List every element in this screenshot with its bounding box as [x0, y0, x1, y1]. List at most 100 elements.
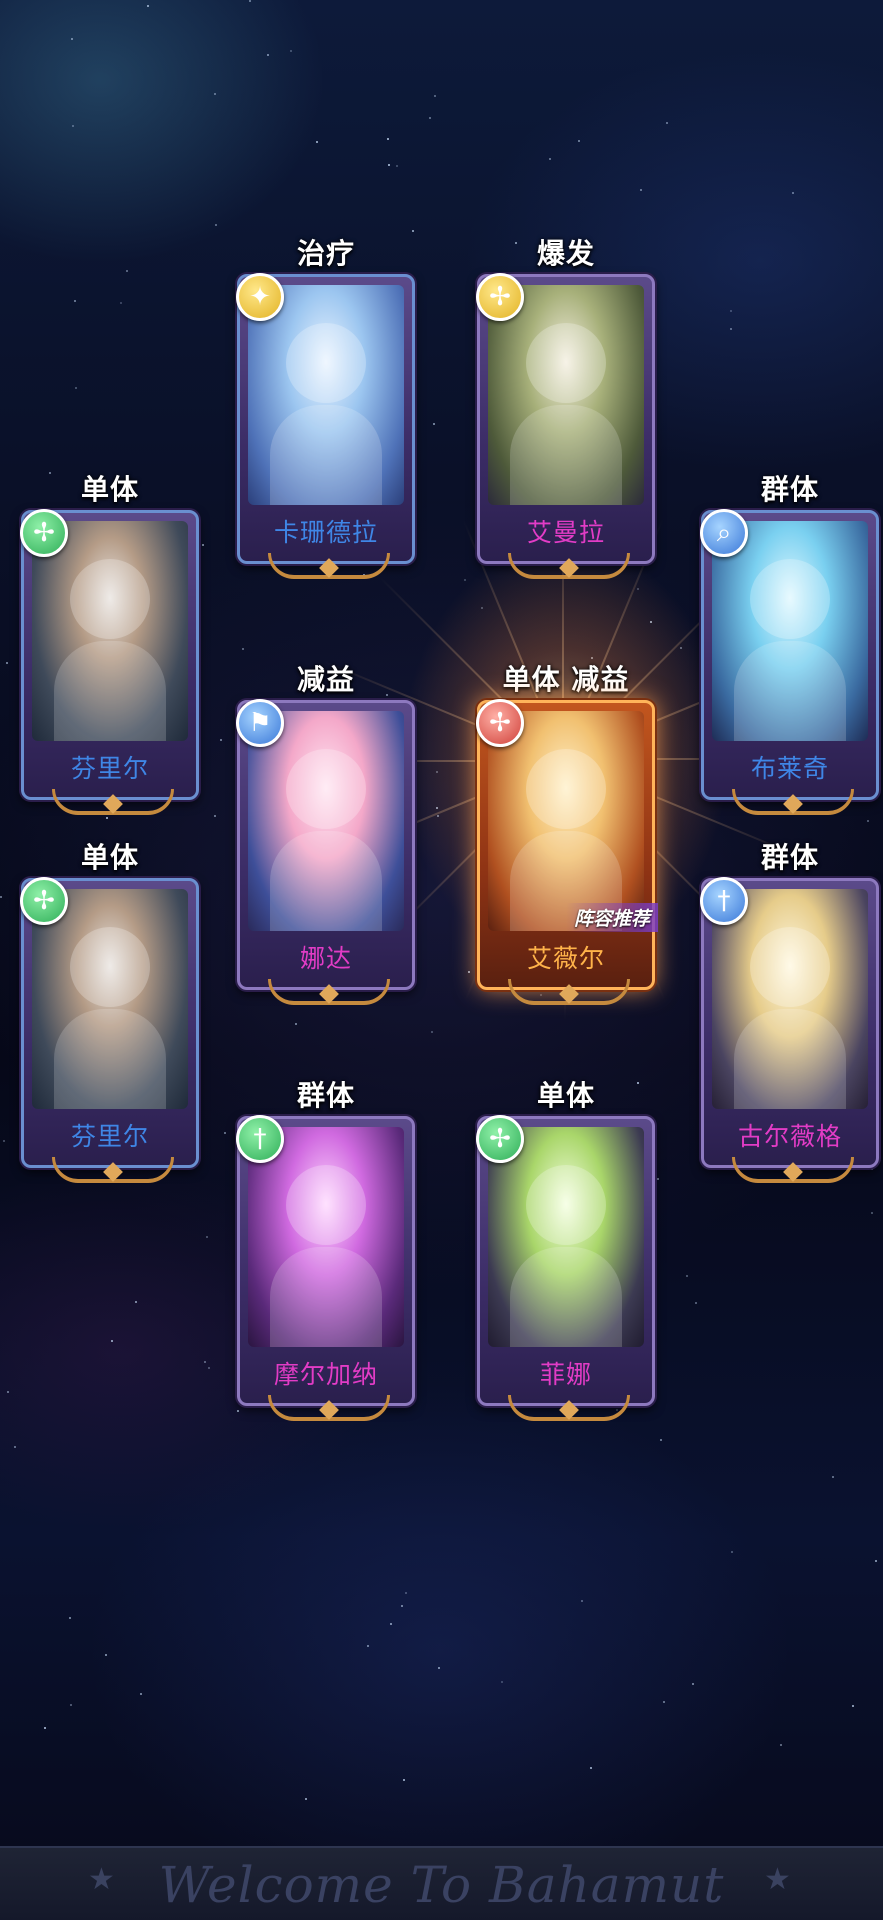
character-name: 艾薇尔 — [526, 944, 605, 973]
character-card-fenrir-2[interactable]: ✢ 芬里尔 — [20, 877, 199, 1183]
background-star — [242, 648, 244, 650]
background-star — [120, 302, 122, 304]
background-star — [637, 588, 639, 590]
background-star — [249, 0, 251, 2]
role-label: 爆发 — [536, 237, 595, 270]
background-star — [666, 122, 668, 124]
character-name: 摩尔加纳 — [273, 1360, 378, 1389]
character-card-fenrir-1[interactable]: ✢ 芬里尔 — [20, 509, 199, 815]
character-card-fina[interactable]: ✢ 菲娜 — [476, 1115, 655, 1421]
portrait-body — [510, 1247, 622, 1347]
role-label: 单体 — [80, 473, 139, 506]
background-star — [412, 230, 414, 232]
background-star — [464, 579, 466, 581]
portrait-body — [270, 1247, 382, 1347]
portrait-head — [526, 323, 606, 403]
role-label: 减益 — [296, 663, 355, 696]
background-star — [867, 820, 869, 822]
shuriken-icon: ✢ — [476, 273, 524, 321]
angel-wing-icon: ✦ — [236, 273, 284, 321]
portrait-head — [750, 927, 830, 1007]
background-star — [220, 739, 222, 741]
character-card-gulweig[interactable]: † 古尔薇格 — [700, 877, 879, 1183]
background-star — [204, 1361, 206, 1363]
card-ornament — [508, 553, 630, 579]
character-card-morgana[interactable]: † 摩尔加纳 — [236, 1115, 415, 1421]
background-star — [871, 1212, 873, 1214]
card-ornament — [268, 979, 390, 1005]
background-star — [686, 1275, 688, 1277]
portrait-head — [750, 559, 830, 639]
portrait-head — [286, 749, 366, 829]
background-star — [214, 815, 216, 817]
background-star — [578, 140, 580, 142]
background-star — [437, 815, 439, 817]
character-name: 卡珊德拉 — [273, 518, 378, 547]
portrait-head — [70, 559, 150, 639]
background-star — [387, 138, 389, 140]
sword-icon: † — [236, 1115, 284, 1163]
background-star — [71, 38, 73, 40]
background-star — [405, 1592, 407, 1594]
background-star — [591, 657, 593, 659]
role-label: 群体 — [296, 1079, 355, 1112]
background-star — [730, 328, 732, 330]
character-card-karandra[interactable]: ✦ 卡珊德拉 — [236, 273, 415, 579]
background-star — [434, 95, 436, 97]
portrait-head — [286, 323, 366, 403]
background-star — [396, 165, 398, 167]
background-star — [660, 1439, 662, 1441]
portrait-head — [286, 1165, 366, 1245]
background-star — [267, 54, 269, 56]
background-star — [290, 50, 292, 52]
background-star — [295, 1023, 297, 1025]
bottom-banner: ★ Welcome To Bahamut ★ — [0, 1846, 883, 1920]
background-star — [433, 423, 435, 425]
background-star — [852, 1705, 854, 1707]
background-star — [14, 1446, 16, 1448]
portrait-head — [70, 927, 150, 1007]
card-ornament — [268, 553, 390, 579]
character-card-avril[interactable]: ✢ 阵容推荐 艾薇尔 — [476, 699, 658, 1005]
background-star — [640, 189, 642, 191]
character-name: 古尔薇格 — [737, 1122, 842, 1151]
background-star — [438, 1667, 440, 1669]
character-card-brachi[interactable]: ⌕ 布莱奇 — [700, 509, 879, 815]
background-star — [650, 621, 652, 623]
role-label: 单体 — [80, 841, 139, 874]
portrait-head — [526, 749, 606, 829]
background-star — [780, 1744, 782, 1746]
background-star — [206, 1236, 208, 1238]
shuriken-icon: ✢ — [476, 1115, 524, 1163]
background-star — [214, 93, 216, 95]
background-star — [549, 158, 551, 160]
shuriken-icon: ✢ — [476, 699, 524, 747]
background-star — [871, 1168, 873, 1170]
background-star — [202, 544, 204, 546]
background-star — [224, 1132, 226, 1134]
role-label: 单体 — [536, 1079, 595, 1112]
background-star — [468, 971, 470, 973]
background-star — [429, 117, 431, 119]
character-card-nada[interactable]: ⚑ 娜达 — [236, 699, 415, 1005]
card-ornament — [508, 1395, 630, 1421]
portrait-body — [734, 641, 846, 741]
banner-icon: ⚑ — [236, 699, 284, 747]
background-star — [431, 1031, 433, 1033]
background-star — [680, 647, 682, 649]
portrait-body — [270, 831, 382, 931]
background-star — [105, 1654, 107, 1656]
recommended-tag: 阵容推荐 — [565, 903, 658, 932]
background-star — [481, 607, 483, 609]
background-star — [305, 1798, 307, 1800]
shuriken-icon: ✢ — [20, 509, 68, 557]
character-card-emanla[interactable]: ✢ 艾曼拉 — [476, 273, 655, 579]
portrait-body — [270, 405, 382, 505]
background-star — [692, 1683, 694, 1685]
background-star — [695, 1302, 697, 1304]
card-ornament — [268, 1395, 390, 1421]
portrait-body — [54, 641, 166, 741]
magnifier-icon: ⌕ — [700, 509, 748, 557]
character-name: 布莱奇 — [750, 754, 829, 783]
background-star — [140, 1693, 142, 1695]
